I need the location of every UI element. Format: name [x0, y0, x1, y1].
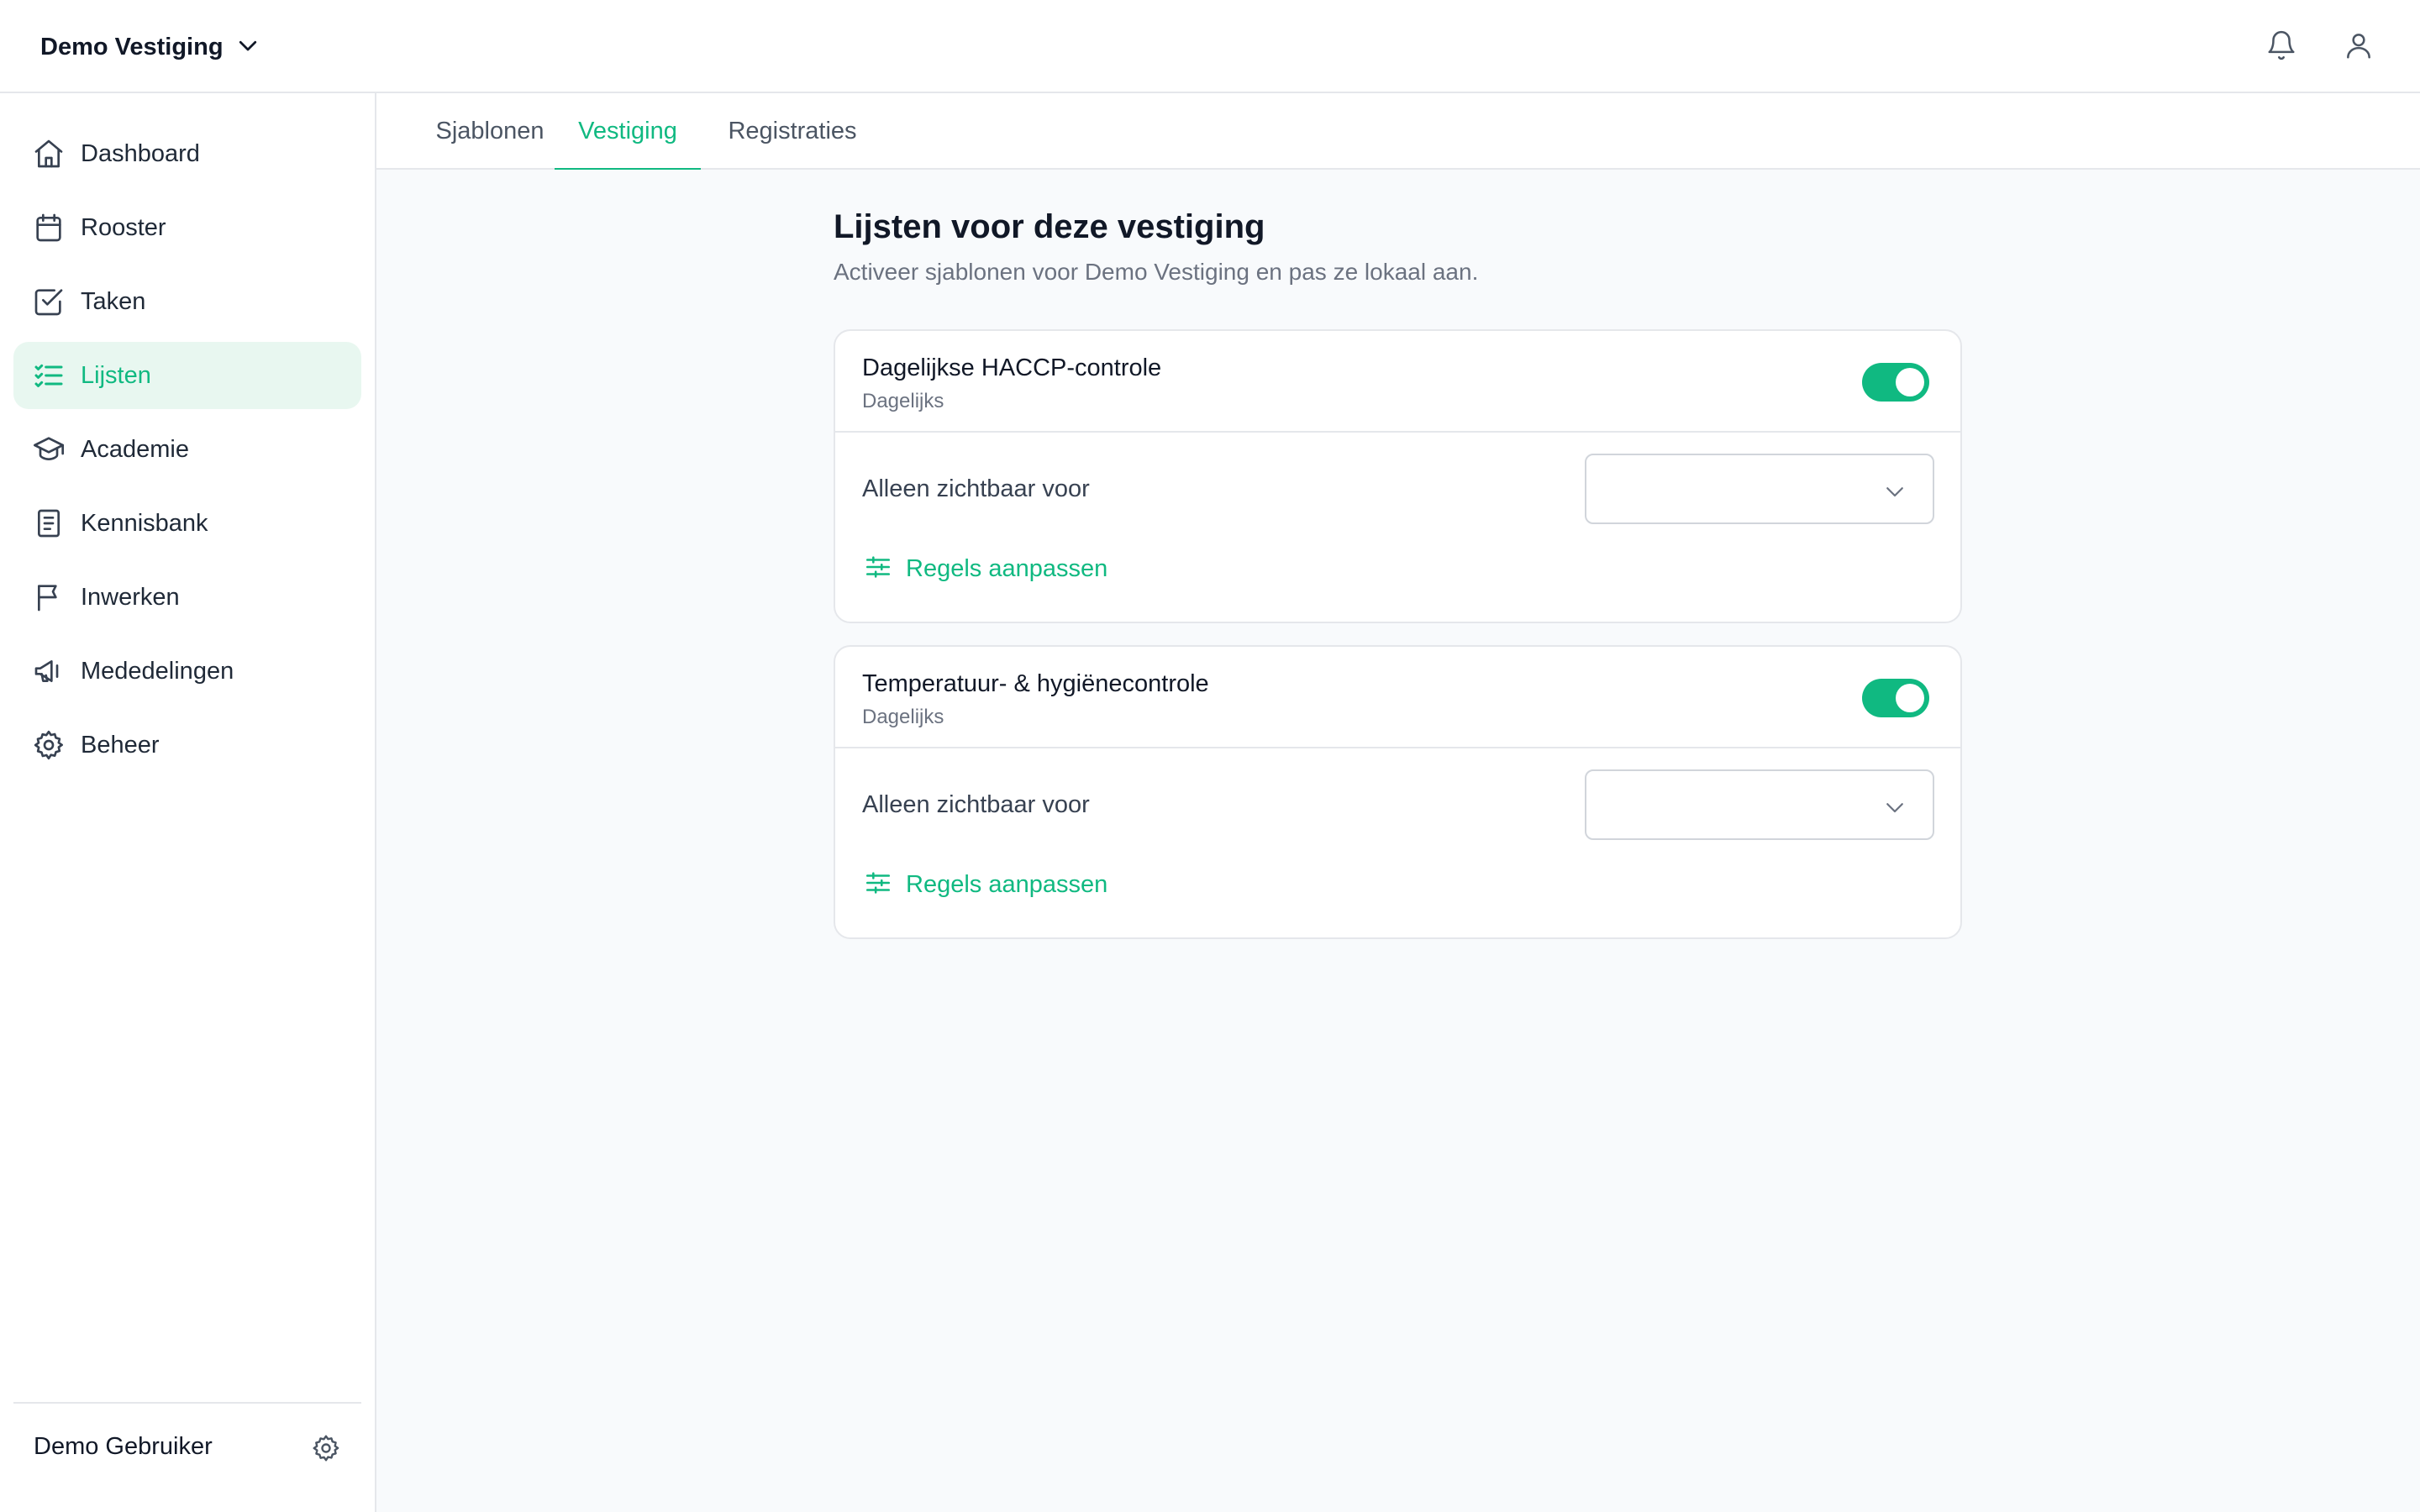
card-header: Temperatuur- & hygiënecontrole Dagelijks: [835, 647, 1960, 748]
sidebar-item-taken[interactable]: Taken: [13, 268, 361, 335]
card-title: Dagelijkse HACCP-controle: [862, 354, 1162, 381]
gear-icon: [32, 728, 66, 762]
visibility-select[interactable]: [1585, 454, 1934, 524]
checkbox-icon: [32, 285, 66, 318]
calendar-icon: [32, 211, 66, 244]
card-title: Temperatuur- & hygiënecontrole: [862, 670, 1209, 697]
edit-rules-link[interactable]: Regels aanpassen: [864, 548, 1107, 590]
user-settings-button[interactable]: [311, 1433, 345, 1467]
book-icon: [32, 507, 66, 540]
user-name: Demo Gebruiker: [34, 1433, 213, 1460]
sidebar-item-label: Mededelingen: [81, 657, 234, 685]
tab-registraties[interactable]: Registraties: [713, 93, 872, 170]
toggle-knob: [1896, 684, 1924, 712]
visibility-label: Alleen zichtbaar voor: [862, 791, 1090, 818]
main-content: Lijsten voor deze vestiging Activeer sja…: [376, 170, 2420, 1512]
sidebar-item-academie[interactable]: Academie: [13, 416, 361, 483]
edit-rules-label: Regels aanpassen: [906, 554, 1108, 582]
top-bar: Demo Vestiging: [0, 0, 2420, 93]
page-title: Lijsten voor deze vestiging: [834, 208, 1265, 245]
page-subtitle: Activeer sjablonen voor Demo Vestiging e…: [834, 259, 1479, 285]
flag-icon: [32, 580, 66, 614]
location-name: Demo Vestiging: [40, 33, 224, 60]
list-checks-icon: [32, 359, 66, 392]
sidebar-item-dashboard[interactable]: Dashboard: [13, 120, 361, 187]
sidebar-item-label: Beheer: [81, 731, 160, 759]
sidebar-item-rooster[interactable]: Rooster: [13, 194, 361, 261]
megaphone-icon: [32, 654, 66, 688]
graduation-cap-icon: [32, 433, 66, 466]
sidebar-item-kennisbank[interactable]: Kennisbank: [13, 490, 361, 557]
visibility-select[interactable]: [1585, 769, 1934, 840]
sidebar-item-lijsten[interactable]: Lijsten: [13, 342, 361, 409]
chevron-down-icon: [1886, 803, 1903, 813]
sidebar-item-label: Taken: [81, 287, 146, 315]
sidebar-item-label: Inwerken: [81, 583, 180, 611]
profile-button[interactable]: [2338, 26, 2380, 68]
visibility-label: Alleen zichtbaar voor: [862, 475, 1090, 502]
gear-icon: [311, 1435, 341, 1467]
tab-sjablonen[interactable]: Sjablonen: [410, 93, 570, 170]
sidebar-divider: [13, 1402, 361, 1404]
edit-rules-label: Regels aanpassen: [906, 870, 1108, 898]
user-icon: [2343, 29, 2375, 66]
bell-icon: [2265, 29, 2297, 66]
sidebar-item-beheer[interactable]: Beheer: [13, 711, 361, 779]
card-frequency: Dagelijks: [862, 390, 944, 412]
card-frequency: Dagelijks: [862, 706, 944, 728]
sidebar-item-label: Lijsten: [81, 361, 151, 389]
sidebar-item-inwerken[interactable]: Inwerken: [13, 564, 361, 631]
sidebar-item-label: Rooster: [81, 213, 166, 241]
sidebar-item-mededelingen[interactable]: Mededelingen: [13, 638, 361, 705]
tab-vestiging[interactable]: Vestiging: [555, 93, 701, 171]
list-card: Temperatuur- & hygiënecontrole Dagelijks…: [834, 645, 1962, 939]
home-icon: [32, 137, 66, 171]
enable-toggle[interactable]: [1862, 363, 1929, 402]
toggle-knob: [1896, 368, 1924, 396]
list-card: Dagelijkse HACCP-controle Dagelijks Alle…: [834, 329, 1962, 623]
sidebar-item-label: Kennisbank: [81, 509, 208, 537]
tabs-bar: Sjablonen Vestiging Registraties: [376, 93, 2420, 171]
sidebar-item-label: Academie: [81, 435, 189, 463]
chevron-down-icon: [235, 33, 260, 62]
edit-rules-link[interactable]: Regels aanpassen: [864, 864, 1107, 906]
sidebar-item-label: Dashboard: [81, 139, 200, 167]
sliders-icon: [864, 869, 892, 901]
enable-toggle[interactable]: [1862, 679, 1929, 717]
chevron-down-icon: [1886, 487, 1903, 497]
notifications-button[interactable]: [2260, 26, 2302, 68]
location-switcher[interactable]: Demo Vestiging: [40, 25, 260, 69]
sliders-icon: [864, 553, 892, 585]
sidebar: Dashboard Rooster Taken Lijsten Academie…: [0, 93, 376, 1512]
card-header: Dagelijkse HACCP-controle Dagelijks: [835, 331, 1960, 433]
